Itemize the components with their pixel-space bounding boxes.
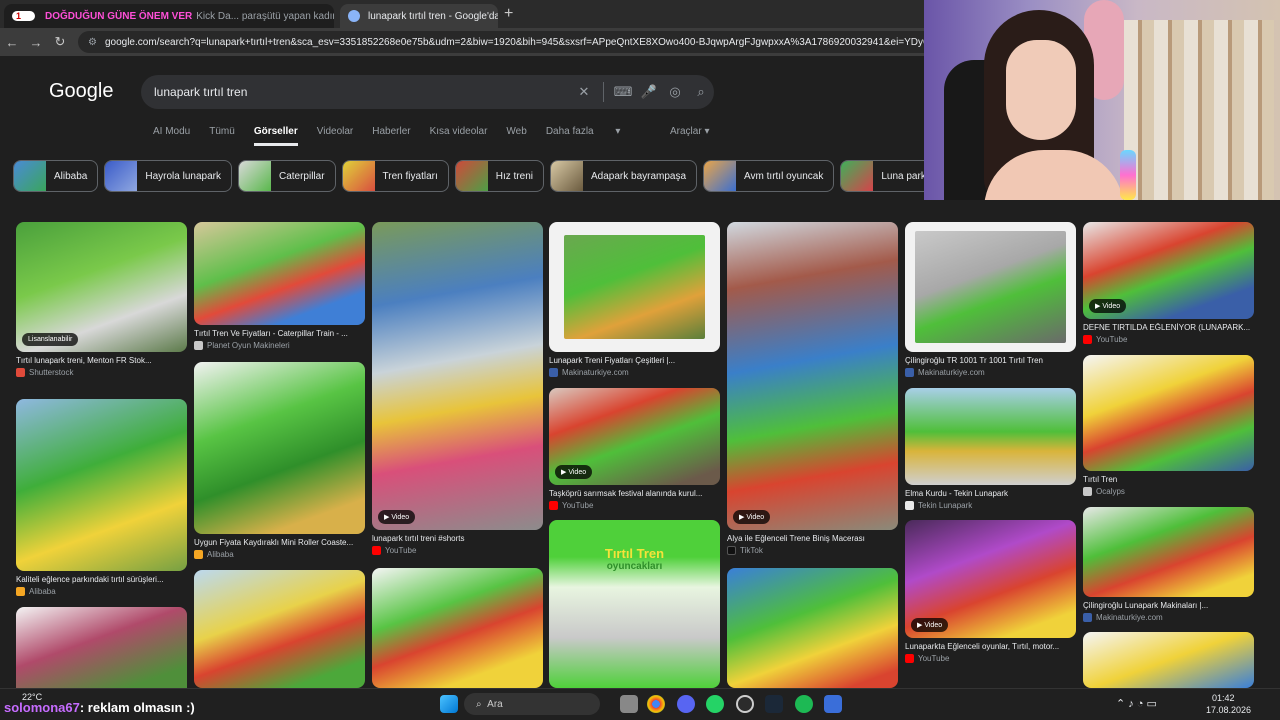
chip[interactable]: Alibaba bbox=[13, 160, 99, 192]
image-result[interactable]: Lunapark Treni Fiyatları Çeşitleri |... … bbox=[549, 222, 720, 377]
image-result[interactable]: Uygun Fiyata Kaydıraklı Mini Roller Coas… bbox=[194, 362, 365, 559]
image-result[interactable] bbox=[727, 568, 898, 688]
new-tab-icon[interactable]: + bbox=[504, 5, 513, 23]
video-badge: ▶ Video bbox=[911, 618, 949, 632]
chip[interactable]: Tren fiyatları bbox=[341, 160, 449, 192]
filter-web[interactable]: Web bbox=[506, 126, 526, 146]
reload-icon[interactable]: ↻ bbox=[48, 34, 72, 50]
image-result[interactable]: Tırtıl Tren Ocalyps bbox=[1083, 355, 1254, 496]
image-result[interactable]: ▶ Video DEFNE TIRTILDA EĞLENİYOR (LUNAPA… bbox=[1083, 222, 1254, 344]
image-results-grid: Lisanslanabilir Tırtıl lunapark treni, M… bbox=[16, 222, 1256, 688]
weather-widget[interactable]: 22°C bbox=[22, 692, 42, 702]
image-result[interactable]: Lisanslanabilir Tırtıl lunapark treni, M… bbox=[16, 222, 187, 377]
app-icon[interactable] bbox=[824, 695, 842, 713]
image-result[interactable]: Çilingiroğlu TR 1001 Tr 1001 Tırtıl Tren… bbox=[905, 222, 1076, 377]
license-badge: Lisanslanabilir bbox=[22, 333, 79, 346]
task-view-icon[interactable] bbox=[620, 695, 638, 713]
tab-google[interactable]: lunapark tırtıl tren - Google'da ✕ bbox=[340, 4, 498, 28]
image-result[interactable]: Tırtıl Tren oyuncakları bbox=[549, 520, 720, 688]
overlay-text: DOĞDUĞUN GÜNE ÖNEM VER bbox=[45, 10, 193, 22]
image-result[interactable]: Kaliteli eğlence parkındaki tırtıl sürüş… bbox=[16, 399, 187, 596]
google-favicon-icon bbox=[348, 10, 360, 22]
video-badge: ▶ Video bbox=[733, 510, 771, 524]
image-result[interactable]: Çilingiroğlu Lunapark Makinaları |... Ma… bbox=[1083, 507, 1254, 622]
filter-videos[interactable]: Videolar bbox=[317, 126, 354, 146]
tab-notification-badge: 1 bbox=[12, 11, 36, 21]
site-info-icon[interactable]: ⚙ bbox=[88, 37, 97, 48]
chip[interactable]: Luna park bbox=[840, 160, 937, 192]
taskbar-search[interactable]: ⌕ Ara bbox=[464, 693, 600, 715]
chip[interactable]: Hız treni bbox=[454, 160, 544, 192]
whatsapp-icon[interactable] bbox=[706, 695, 724, 713]
windows-start-icon[interactable] bbox=[440, 695, 458, 713]
clear-icon[interactable]: ✕ bbox=[571, 84, 597, 100]
image-result[interactable]: ▶ Video Taşköprü sarımsak festival alanı… bbox=[549, 388, 720, 510]
search-box[interactable]: lunapark tırtıl tren ✕ ⌨ 🎤 ◎ ⌕ bbox=[141, 75, 714, 109]
related-chips: Alibaba Hayrola lunapark Caterpillar Tre… bbox=[13, 160, 943, 192]
tools-button[interactable]: Araçlar ▾ bbox=[670, 126, 710, 137]
keyboard-icon[interactable]: ⌨ bbox=[610, 84, 636, 100]
image-result[interactable] bbox=[16, 607, 187, 688]
image-result[interactable] bbox=[194, 570, 365, 688]
image-result[interactable]: ▶ Video Lunaparkta Eğlenceli oyunlar, Tı… bbox=[905, 520, 1076, 663]
promo-text: oyuncakları bbox=[606, 561, 663, 572]
chip[interactable]: Avm tırtıl oyuncak bbox=[703, 160, 835, 192]
divider bbox=[603, 82, 604, 102]
chip[interactable]: Adapark bayrampaşa bbox=[549, 160, 698, 192]
search-icon[interactable]: ⌕ bbox=[688, 84, 714, 100]
back-icon[interactable]: ← bbox=[0, 35, 24, 50]
tray-icons[interactable]: ⌃ ♪ ◔ ▭ bbox=[1116, 697, 1157, 710]
video-badge: ▶ Video bbox=[378, 510, 416, 524]
search-input[interactable]: lunapark tırtıl tren bbox=[154, 85, 571, 99]
chrome-icon[interactable] bbox=[647, 695, 665, 713]
tab-title: lunapark tırtıl tren - Google'da bbox=[368, 10, 498, 22]
clock-date[interactable]: 17.08.2026 bbox=[1206, 705, 1251, 715]
image-result[interactable] bbox=[372, 568, 543, 688]
chip[interactable]: Caterpillar bbox=[237, 160, 336, 192]
webcam-overlay bbox=[924, 0, 1280, 200]
chat-username: solomona67 bbox=[4, 700, 80, 715]
video-badge: ▶ Video bbox=[555, 465, 593, 479]
forward-icon[interactable]: → bbox=[24, 35, 48, 50]
spotify-icon[interactable] bbox=[795, 695, 813, 713]
filter-all[interactable]: Tümü bbox=[209, 126, 235, 146]
video-badge: ▶ Video bbox=[1089, 299, 1127, 313]
filter-ai[interactable]: AI Modu bbox=[153, 126, 190, 146]
tab-title: Kick Da... paraşütü yapan kadının bbox=[196, 10, 334, 22]
google-logo[interactable]: Google bbox=[49, 80, 114, 103]
obs-icon[interactable] bbox=[736, 695, 754, 713]
steam-icon[interactable] bbox=[765, 695, 783, 713]
filter-images[interactable]: Görseller bbox=[253, 126, 298, 146]
tab-kick[interactable]: 1 DOĞDUĞUN GÜNE ÖNEM VER Kick Da... para… bbox=[4, 4, 334, 28]
camera-search-icon[interactable]: ◎ bbox=[662, 84, 688, 100]
microphone-icon[interactable]: 🎤 bbox=[636, 84, 662, 100]
filter-news[interactable]: Haberler bbox=[372, 126, 410, 146]
image-result[interactable]: Tırtıl Tren Ve Fiyatları - Caterpillar T… bbox=[194, 222, 365, 350]
url-text: google.com/search?q=lunapark+tırtıl+tren… bbox=[104, 36, 995, 48]
chat-text: : reklam olmasın :) bbox=[79, 700, 195, 715]
image-result[interactable]: ▶ Video Alya ile Eğlenceli Trene Biniş M… bbox=[727, 222, 898, 555]
search-filters: AI Modu Tümü Görseller Videolar Haberler… bbox=[153, 126, 639, 146]
chat-message: solomona67: reklam olmasın :) bbox=[4, 700, 195, 715]
filter-short-videos[interactable]: Kısa videolar bbox=[430, 126, 488, 146]
discord-icon[interactable] bbox=[677, 695, 695, 713]
image-result[interactable]: Elma Kurdu - Tekin Lunapark Tekin Lunapa… bbox=[905, 388, 1076, 510]
promo-text: Tırtıl Tren bbox=[604, 546, 665, 561]
chip[interactable]: Hayrola lunapark bbox=[104, 160, 232, 192]
image-result[interactable]: ▶ Video lunapark tırtıl treni #shorts Yo… bbox=[372, 222, 543, 555]
clock-time[interactable]: 01:42 bbox=[1212, 693, 1235, 703]
image-result[interactable] bbox=[1083, 632, 1254, 688]
filter-more[interactable]: Daha fazla ▾ bbox=[546, 126, 621, 146]
